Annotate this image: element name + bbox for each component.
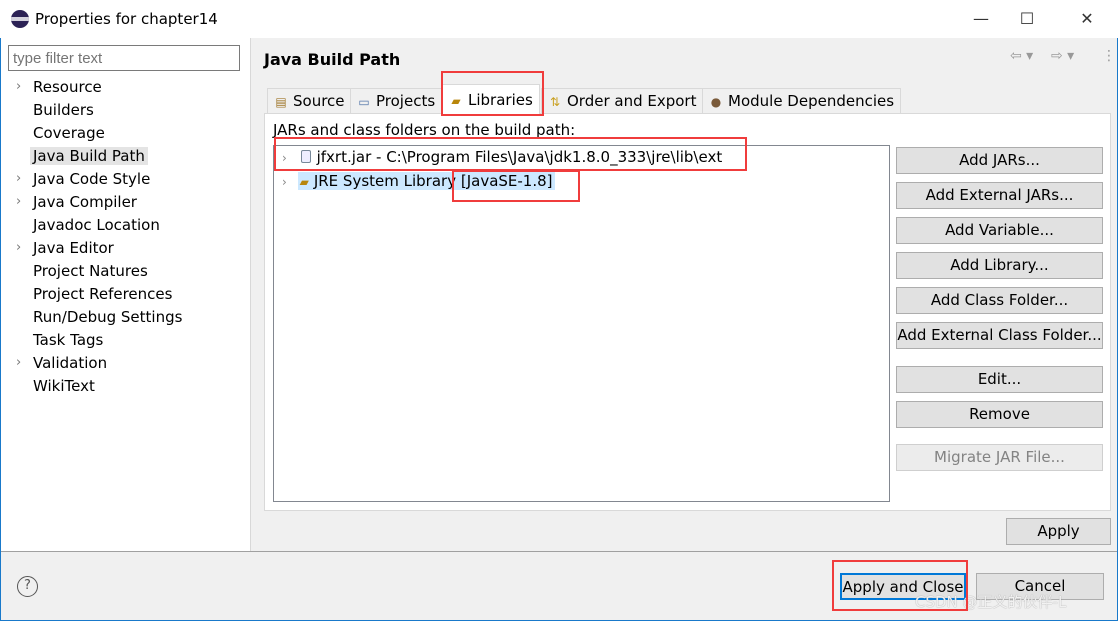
tab-label: Projects bbox=[376, 92, 436, 110]
tree-item-label: Project References bbox=[33, 285, 173, 303]
tab-label: Module Dependencies bbox=[728, 92, 895, 110]
tree-item-label: Java Compiler bbox=[33, 193, 137, 211]
expand-chevron-icon[interactable]: › bbox=[282, 175, 287, 189]
migrate-jar-file-button[interactable]: Migrate JAR File... bbox=[896, 444, 1103, 471]
tree-item[interactable]: Java Compiler bbox=[33, 191, 137, 213]
minimize-button[interactable]: — bbox=[958, 0, 1004, 38]
tree-item-label: Java Code Style bbox=[33, 170, 151, 188]
tab-order-and-export[interactable]: ⇅ Order and Export bbox=[541, 88, 704, 113]
tree-item-label: WikiText bbox=[33, 377, 95, 395]
tree-item-label: Resource bbox=[33, 78, 102, 96]
tree-item[interactable]: Javadoc Location bbox=[33, 214, 160, 236]
tree-item-label: Java Build Path bbox=[30, 147, 148, 165]
expand-chevron-icon[interactable]: › bbox=[16, 194, 21, 209]
tree-item[interactable]: Java Editor bbox=[33, 237, 114, 259]
source-folder-icon: ▤ bbox=[275, 95, 287, 109]
tree-item-label: Task Tags bbox=[33, 331, 104, 349]
tree-item[interactable]: Builders bbox=[33, 99, 94, 121]
build-path-list[interactable] bbox=[273, 145, 890, 502]
expand-chevron-icon[interactable]: › bbox=[16, 355, 21, 370]
expand-chevron-icon[interactable]: › bbox=[16, 79, 21, 94]
tree-item[interactable]: Project References bbox=[33, 283, 172, 305]
tree-item[interactable]: WikiText bbox=[33, 375, 95, 397]
add-library-button[interactable]: Add Library... bbox=[896, 252, 1103, 279]
tree-item-label: Coverage bbox=[33, 124, 105, 142]
tab-label: Libraries bbox=[468, 91, 533, 109]
entry-label: JRE System Library bbox=[313, 172, 457, 190]
tab-label: Source bbox=[293, 92, 345, 110]
tree-item-label: Validation bbox=[33, 354, 108, 372]
tab-source[interactable]: ▤ Source bbox=[267, 88, 352, 113]
tree-item[interactable]: Run/Debug Settings bbox=[33, 306, 182, 328]
window-title: Properties for chapter14 bbox=[35, 10, 218, 28]
tree-item-label: Project Natures bbox=[33, 262, 148, 280]
tab-module-dependencies[interactable]: ● Module Dependencies bbox=[702, 88, 902, 113]
eclipse-logo-icon bbox=[11, 10, 29, 28]
add-jars-button[interactable]: Add JARs... bbox=[896, 147, 1103, 174]
watermark: CSDN @正义的伙伴-L bbox=[915, 593, 1067, 611]
tab-label: Order and Export bbox=[567, 92, 697, 110]
libraries-caption: JARs and class folders on the build path… bbox=[273, 121, 576, 139]
folder-icon: ▭ bbox=[358, 95, 370, 109]
module-icon: ● bbox=[710, 95, 722, 109]
tree-item-label: Builders bbox=[33, 101, 94, 119]
tree-item[interactable]: Project Natures bbox=[33, 260, 148, 282]
page-title: Java Build Path bbox=[264, 50, 401, 69]
tab-libraries[interactable]: ▰ Libraries bbox=[442, 84, 540, 114]
remove-button[interactable]: Remove bbox=[896, 401, 1103, 428]
tab-projects[interactable]: ▭ Projects bbox=[350, 88, 443, 113]
divider bbox=[1, 551, 1117, 552]
list-item-jre[interactable]: › ▰ JRE System Library [JavaSE-1.8] bbox=[282, 170, 555, 192]
tree-item-label: Javadoc Location bbox=[33, 216, 160, 234]
filter-input[interactable] bbox=[8, 45, 240, 71]
help-icon[interactable]: ? bbox=[17, 576, 38, 597]
tree-item-label: Java Editor bbox=[33, 239, 114, 257]
library-icon: ▰ bbox=[451, 94, 461, 108]
back-icon[interactable]: ⇦ ▾ bbox=[1010, 48, 1033, 64]
tree-item[interactable]: Java Build Path bbox=[30, 145, 148, 167]
add-class-folder-button[interactable]: Add Class Folder... bbox=[896, 287, 1103, 314]
tree-item[interactable]: Java Code Style bbox=[33, 168, 150, 190]
add-external-class-folder-button[interactable]: Add External Class Folder... bbox=[896, 322, 1103, 349]
tree-item[interactable]: Resource bbox=[33, 76, 102, 98]
list-item-jfxrt[interactable]: › jfxrt.jar - C:\Program Files\Java\jdk1… bbox=[282, 146, 722, 168]
maximize-button[interactable]: ☐ bbox=[1004, 0, 1050, 38]
expand-chevron-icon[interactable]: › bbox=[16, 171, 21, 186]
tree-item[interactable]: Validation bbox=[33, 352, 107, 374]
tree-item-label: Run/Debug Settings bbox=[33, 308, 183, 326]
title-bar: Properties for chapter14 — ☐ ✕ bbox=[0, 0, 1118, 38]
entry-suffix: [JavaSE-1.8] bbox=[460, 172, 553, 190]
edit-button[interactable]: Edit... bbox=[896, 366, 1103, 393]
add-external-jars-button[interactable]: Add External JARs... bbox=[896, 182, 1103, 209]
tree-item[interactable]: Task Tags bbox=[33, 329, 103, 351]
order-icon: ⇅ bbox=[549, 95, 561, 109]
forward-icon[interactable]: ⇨ ▾ bbox=[1051, 48, 1074, 64]
tree-item[interactable]: Coverage bbox=[33, 122, 105, 144]
expand-chevron-icon[interactable]: › bbox=[16, 240, 21, 255]
library-icon: ▰ bbox=[299, 175, 309, 189]
expand-chevron-icon[interactable]: › bbox=[282, 151, 287, 165]
add-variable-button[interactable]: Add Variable... bbox=[896, 217, 1103, 244]
jar-icon bbox=[300, 150, 311, 163]
menu-icon[interactable]: ⋮ bbox=[1102, 48, 1116, 64]
apply-button[interactable]: Apply bbox=[1006, 518, 1111, 545]
entry-label: jfxrt.jar - C:\Program Files\Java\jdk1.8… bbox=[316, 148, 723, 166]
close-button[interactable]: ✕ bbox=[1064, 0, 1110, 38]
